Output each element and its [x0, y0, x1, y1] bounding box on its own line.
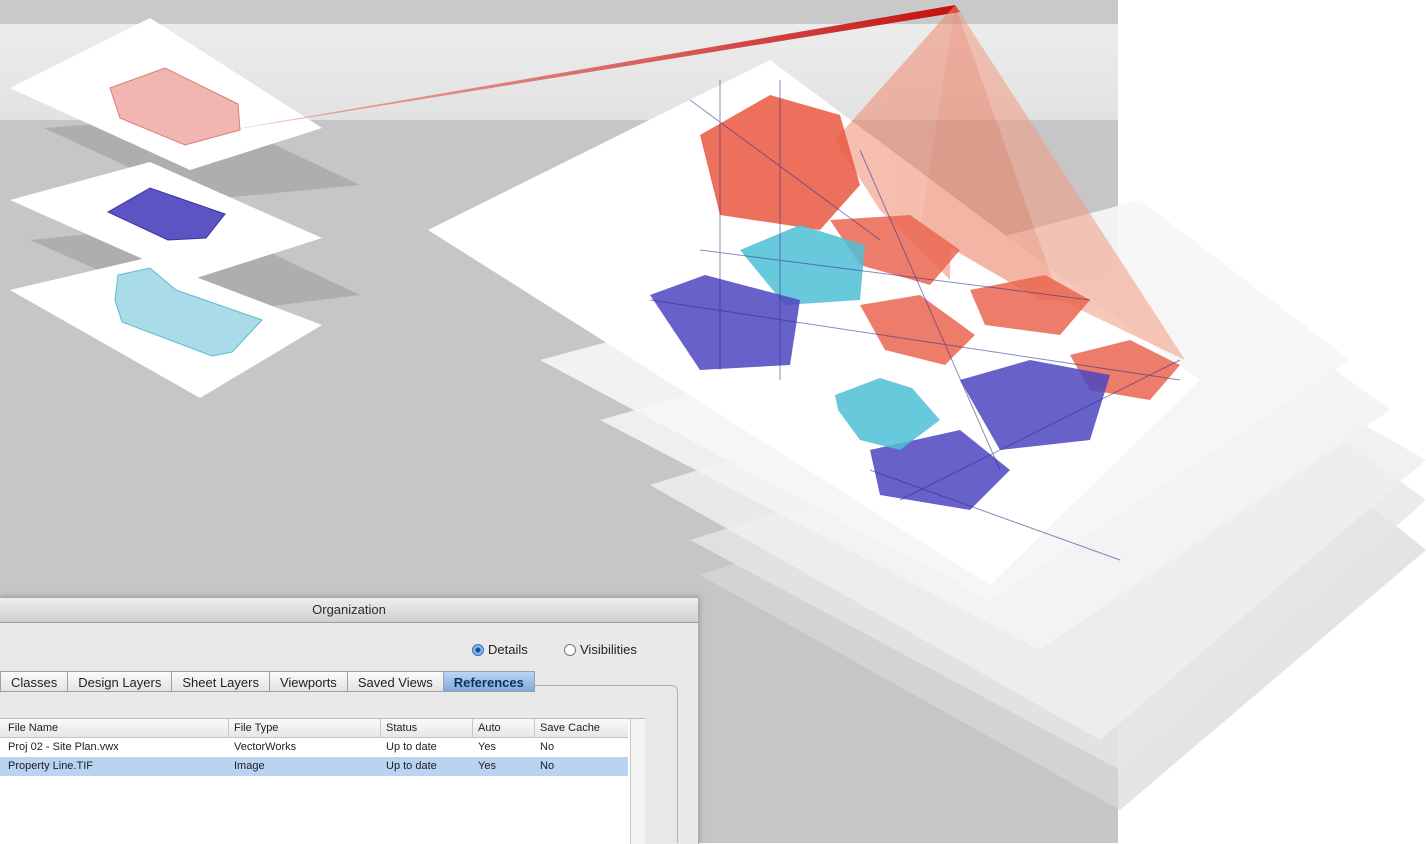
- col-status[interactable]: Status: [386, 719, 417, 737]
- cell-auto: Yes: [478, 741, 496, 753]
- cell-save-cache: No: [540, 741, 555, 753]
- cell-status: Up to date: [386, 760, 437, 772]
- tab-viewports[interactable]: Viewports: [269, 671, 348, 692]
- visibilities-radio[interactable]: Visibilities: [564, 642, 637, 657]
- organization-tabs: Classes Design Layers Sheet Layers Viewp…: [0, 671, 535, 693]
- col-file-name[interactable]: File Name: [8, 719, 58, 737]
- dialog-title: Organization: [0, 598, 698, 623]
- tab-design-layers[interactable]: Design Layers: [68, 671, 173, 692]
- visibilities-radio-label: Visibilities: [580, 642, 637, 657]
- cell-file-name: Property Line.TIF: [8, 760, 93, 772]
- table-header: File Name File Type Status Auto Save Cac…: [0, 719, 628, 738]
- references-table: File Name File Type Status Auto Save Cac…: [0, 718, 631, 844]
- tab-classes[interactable]: Classes: [0, 671, 69, 692]
- cell-auto: Yes: [478, 760, 496, 772]
- table-row[interactable]: Proj 02 - Site Plan.vwx VectorWorks Up t…: [0, 738, 628, 757]
- table-row[interactable]: Property Line.TIF Image Up to date Yes N…: [0, 757, 628, 776]
- cell-file-type: Image: [234, 760, 265, 772]
- cell-status: Up to date: [386, 741, 437, 753]
- col-save-cache[interactable]: Save Cache: [540, 719, 600, 737]
- details-radio-label: Details: [488, 642, 528, 657]
- cell-save-cache: No: [540, 760, 555, 772]
- tab-saved-views[interactable]: Saved Views: [347, 671, 444, 692]
- tab-references[interactable]: References: [443, 671, 535, 692]
- table-scrollbar[interactable]: [630, 718, 645, 844]
- col-file-type[interactable]: File Type: [234, 719, 278, 737]
- tab-sheet-layers[interactable]: Sheet Layers: [172, 671, 270, 692]
- radio-unselected-icon: [564, 643, 576, 656]
- cell-file-type: VectorWorks: [234, 741, 297, 753]
- radio-selected-icon: [472, 643, 484, 656]
- col-auto[interactable]: Auto: [478, 719, 501, 737]
- cell-file-name: Proj 02 - Site Plan.vwx: [8, 741, 119, 753]
- details-radio[interactable]: Details: [472, 642, 528, 657]
